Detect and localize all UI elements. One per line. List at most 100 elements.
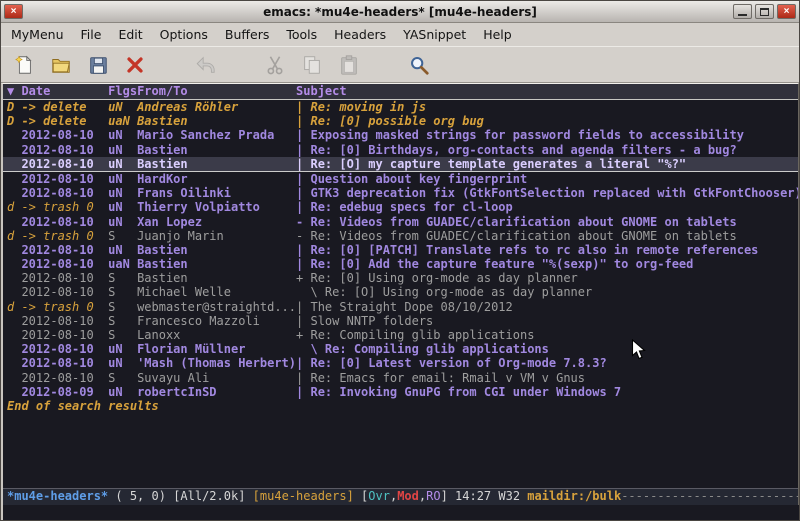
row-flags: uN <box>108 143 137 157</box>
menu-edit[interactable]: Edit <box>118 27 142 42</box>
close-button[interactable] <box>121 51 149 79</box>
menu-options[interactable]: Options <box>160 27 208 42</box>
message-row[interactable]: 2012-08-09 uN robertcInSD | Re: Invoking… <box>3 385 798 399</box>
row-from: Francesco Mazzoli <box>137 314 296 328</box>
window-minimize-button[interactable] <box>733 4 752 19</box>
row-subject: | Re: [0] Add the capture feature "%(sex… <box>296 257 693 271</box>
message-row[interactable]: 2012-08-10 S Michael Welle \ Re: [O] Usi… <box>3 285 798 299</box>
message-row[interactable]: 2012-08-10 S Francesco Mazzoli | Slow NN… <box>3 314 798 328</box>
message-row[interactable]: 2012-08-10 uN HardKor | Question about k… <box>3 172 798 186</box>
row-date: D -> delete <box>7 100 108 114</box>
buffer-area: ▼ Date FlgsFrom/To Subject D -> delete u… <box>1 83 799 505</box>
message-row[interactable]: 2012-08-10 uN Bastien | Re: [0] Birthday… <box>3 143 798 157</box>
window-close-button[interactable]: × <box>777 4 796 19</box>
row-from: Bastien <box>137 257 296 271</box>
open-file-button[interactable] <box>47 51 75 79</box>
message-row[interactable]: 2012-08-10 uN Mario Sanchez Prada | Expo… <box>3 128 798 142</box>
modeline-dash: ----------------------------------------… <box>621 489 798 503</box>
message-row[interactable]: D -> delete uN Andreas Röhler | Re: movi… <box>3 100 798 114</box>
row-subject: | Re: edebug specs for cl-loop <box>296 200 513 214</box>
menu-bar: MyMenu File Edit Options Buffers Tools Headers… <box>1 23 799 46</box>
row-subject: | Exposing masked strings for password f… <box>296 128 744 142</box>
row-date: 2012-08-10 <box>7 257 108 271</box>
row-from: Bastien <box>137 143 296 157</box>
column-header-from[interactable]: From/To <box>137 84 296 98</box>
message-row[interactable]: 2012-08-10 uN Frans Oilinki | GTK3 depre… <box>3 186 798 200</box>
row-date: 2012-08-10 <box>7 143 108 157</box>
modeline-mod: Mod <box>397 489 419 503</box>
menu-file[interactable]: File <box>81 27 102 42</box>
row-from: Frans Oilinki <box>137 186 296 200</box>
row-flags: S <box>108 371 137 385</box>
search-icon <box>408 54 430 76</box>
row-subject: \ Re: Compiling glib applications <box>296 342 549 356</box>
row-subject: | Question about key fingerprint <box>296 172 527 186</box>
mode-line[interactable]: *mu4e-headers* ( 5, 0) [All/2.0k] [mu4e-… <box>3 488 798 505</box>
menu-buffers[interactable]: Buffers <box>225 27 269 42</box>
message-row[interactable]: 2012-08-10 S Lanoxx + Re: Compiling glib… <box>3 328 798 342</box>
row-date: 2012-08-10 <box>7 271 108 285</box>
menu-help[interactable]: Help <box>483 27 512 42</box>
toolbar-separator <box>228 54 252 76</box>
message-row[interactable]: 2012-08-10 uN 'Mash (Thomas Herbert)| Re… <box>3 356 798 370</box>
echo-area[interactable] <box>1 505 799 520</box>
row-subject: + Re: [0] Using org-mode as day planner <box>296 271 578 285</box>
row-date: d -> trash 0 <box>7 229 108 243</box>
row-flags: uN <box>108 128 137 142</box>
row-date: 2012-08-10 <box>7 128 108 142</box>
row-from: Suvayu Ali <box>137 371 296 385</box>
message-row[interactable]: 2012-08-10 uN Florian Müllner \ Re: Comp… <box>3 342 798 356</box>
search-button[interactable] <box>405 51 433 79</box>
menu-tools[interactable]: Tools <box>286 27 317 42</box>
row-from: Bastien <box>137 243 296 257</box>
save-button[interactable] <box>84 51 112 79</box>
row-flags: S <box>108 229 137 243</box>
row-subject: | Re: Emacs for email: Rmail v VM v Gnus <box>296 371 585 385</box>
row-date: 2012-08-10 <box>7 356 108 370</box>
row-date: 2012-08-10 <box>7 342 108 356</box>
row-from: Xan Lopez <box>137 215 296 229</box>
window-close-left-button[interactable]: × <box>4 4 23 19</box>
message-row[interactable]: d -> trash 0 uN Thierry Volpiatto | Re: … <box>3 200 798 214</box>
menu-yasnippet[interactable]: YASnippet <box>403 27 466 42</box>
column-header-date[interactable]: ▼ Date <box>7 84 108 98</box>
row-flags: uN <box>108 186 137 200</box>
row-subject: - Re: Videos from GUADEC/clarification a… <box>296 215 737 229</box>
row-date: 2012-08-09 <box>7 385 108 399</box>
new-file-button[interactable] <box>10 51 38 79</box>
window-title: emacs: *mu4e-headers* [mu4e-headers] <box>1 5 799 19</box>
row-date: D -> delete <box>7 114 108 128</box>
message-row[interactable]: d -> trash 0 S webmaster@straightd...| T… <box>3 300 798 314</box>
row-flags: uN <box>108 157 137 171</box>
modeline-text: 14:27 <box>455 489 491 503</box>
row-subject: | The Straight Dope 08/10/2012 <box>296 300 513 314</box>
message-row[interactable]: 2012-08-10 S Suvayu Ali | Re: Emacs for … <box>3 371 798 385</box>
row-flags: uN <box>108 100 137 114</box>
column-header-flags[interactable]: Flgs <box>108 84 137 98</box>
modeline-mode: [mu4e-headers] <box>253 489 354 503</box>
modeline-text: ] <box>441 489 455 503</box>
window-maximize-button[interactable] <box>755 4 774 19</box>
message-row[interactable]: D -> delete uaN Bastien | Re: [0] possib… <box>3 114 798 128</box>
menu-headers[interactable]: Headers <box>334 27 386 42</box>
message-row[interactable]: 2012-08-10 S Bastien + Re: [0] Using org… <box>3 271 798 285</box>
message-row[interactable]: 2012-08-10 uN Bastien | Re: [0] [PATCH] … <box>3 243 798 257</box>
row-from: Bastien <box>137 114 296 128</box>
message-row[interactable]: d -> trash 0 S Juanjo Marin - Re: Videos… <box>3 229 798 243</box>
message-row[interactable]: 2012-08-10 uN Xan Lopez - Re: Videos fro… <box>3 215 798 229</box>
row-from: robertcInSD <box>137 385 296 399</box>
cut-button <box>261 51 289 79</box>
toolbar-separator <box>372 54 396 76</box>
undo-button <box>191 51 219 79</box>
message-row[interactable]: 2012-08-10 uaN Bastien | Re: [0] Add the… <box>3 257 798 271</box>
row-flags: uaN <box>108 114 137 128</box>
row-date: 2012-08-10 <box>7 157 108 171</box>
row-from: Lanoxx <box>137 328 296 342</box>
column-header-subject[interactable]: Subject <box>296 84 347 98</box>
cut-icon <box>264 54 286 76</box>
open-file-icon <box>50 54 72 76</box>
message-row[interactable]: 2012-08-10 uN Bastien | Re: [O] my captu… <box>3 157 798 172</box>
row-from: Bastien <box>137 271 296 285</box>
menu-mymenu[interactable]: MyMenu <box>11 27 64 42</box>
undo-icon <box>194 54 216 76</box>
